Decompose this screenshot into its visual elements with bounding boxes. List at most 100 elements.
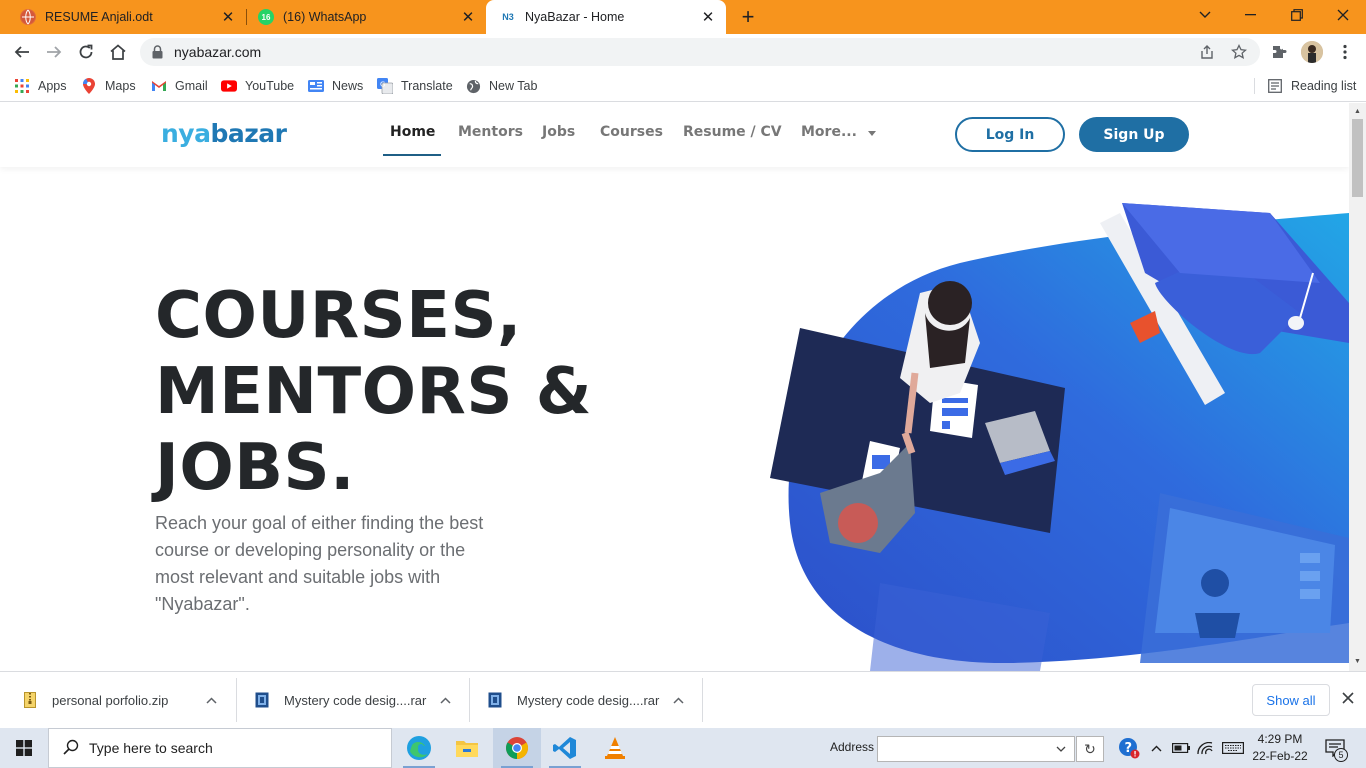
scroll-thumb[interactable] — [1352, 119, 1363, 197]
hero-title-line-2: MENTORS & — [155, 355, 592, 429]
tray-expand-icon[interactable] — [1146, 728, 1166, 768]
download-item-rar-1[interactable]: Mystery code desig....rar — [254, 678, 464, 722]
clock-time: 4:29 PM — [1257, 732, 1303, 746]
download-separator — [702, 678, 703, 722]
nav-more[interactable]: More... — [801, 124, 876, 140]
home-icon[interactable] — [106, 40, 130, 64]
share-icon[interactable] — [1198, 43, 1216, 61]
gmail-icon — [151, 78, 167, 94]
search-icon — [63, 739, 79, 758]
close-tab-icon[interactable]: ✕ — [698, 8, 718, 26]
bookmark-label: News — [332, 79, 364, 93]
hero-title-line-1: COURSES, — [155, 279, 522, 353]
page-scrollbar[interactable]: ▲ ▼ — [1349, 103, 1366, 671]
download-filename: Mystery code desig....rar — [284, 692, 427, 708]
hero-subtitle: Reach your goal of either finding the be… — [155, 513, 484, 614]
close-window-icon[interactable] — [1320, 0, 1366, 30]
bookmark-star-icon[interactable] — [1230, 43, 1248, 61]
bookmark-new-tab[interactable]: New Tab — [465, 76, 537, 96]
minimize-icon[interactable] — [1228, 0, 1274, 30]
tab-nyabazar[interactable]: N3 NyaBazar - Home ✕ — [486, 0, 726, 34]
notification-count: 5 — [1334, 748, 1348, 762]
globe-icon — [20, 9, 36, 25]
vlc-icon[interactable] — [591, 728, 639, 768]
download-separator — [236, 678, 237, 722]
login-button[interactable]: Log In — [955, 117, 1065, 152]
refresh-go-icon[interactable]: ↻ — [1076, 736, 1104, 762]
chevron-up-icon[interactable] — [206, 693, 217, 707]
bookmark-apps[interactable]: Apps — [14, 76, 67, 96]
tab-title: NyaBazar - Home — [525, 10, 625, 24]
download-item-zip[interactable]: personal porfolio.zip — [22, 678, 232, 722]
signup-button[interactable]: Sign Up — [1079, 117, 1189, 152]
hero-illustration — [770, 203, 1349, 671]
youtube-icon — [221, 78, 237, 94]
bookmark-youtube[interactable]: YouTube — [221, 76, 294, 96]
download-shelf: personal porfolio.zip Mystery code desig… — [0, 671, 1366, 728]
taskbar-search-box[interactable]: Type here to search — [48, 728, 392, 768]
scroll-up-icon[interactable]: ▲ — [1353, 107, 1362, 116]
vscode-icon[interactable] — [541, 728, 589, 768]
notifications-icon[interactable]: 5 — [1320, 728, 1350, 768]
battery-icon[interactable] — [1170, 728, 1192, 768]
nav-jobs[interactable]: Jobs — [542, 124, 575, 140]
download-item-rar-2[interactable]: Mystery code desig....rar — [487, 678, 697, 722]
browser-toolbar: nyabazar.com — [0, 34, 1366, 70]
nav-more-label: More... — [801, 124, 857, 140]
wifi-icon[interactable] — [1194, 728, 1216, 768]
page-viewport: nyabazar Home Mentors Jobs Courses Resum… — [0, 103, 1349, 671]
dropdown-arrow-icon[interactable] — [1056, 746, 1066, 753]
nav-home[interactable]: Home — [390, 124, 435, 140]
profile-avatar[interactable] — [1301, 41, 1323, 63]
bookmark-label: YouTube — [245, 79, 295, 93]
nyabazar-favicon: N3 — [500, 9, 516, 25]
download-filename: personal porfolio.zip — [52, 692, 169, 708]
tab-resume[interactable]: RESUME Anjali.odt ✕ — [0, 0, 246, 34]
restore-icon[interactable] — [1274, 0, 1320, 30]
help-alert-icon[interactable]: ? — [1116, 728, 1142, 768]
reload-icon[interactable] — [74, 40, 98, 64]
system-clock[interactable]: 4:29 PM 22-Feb-22 — [1252, 731, 1308, 765]
apps-grid-icon — [14, 78, 30, 94]
keyboard-icon[interactable] — [1220, 728, 1246, 768]
zip-file-icon — [22, 691, 38, 709]
tab-strip: RESUME Anjali.odt ✕ 16 (16) WhatsApp ✕ N… — [0, 0, 1366, 34]
bookmark-label: Translate — [401, 79, 453, 93]
bookmarks-bar: Apps Maps Gmail YouTube News G Translate — [0, 70, 1366, 102]
bookmark-maps[interactable]: Maps — [81, 76, 136, 96]
tab-search-icon[interactable] — [1182, 0, 1228, 30]
show-all-button[interactable]: Show all — [1252, 684, 1330, 716]
bookmark-news[interactable]: News — [308, 76, 363, 96]
back-icon[interactable] — [10, 40, 34, 64]
bookmark-gmail[interactable]: Gmail — [151, 76, 208, 96]
scroll-down-icon[interactable]: ▼ — [1353, 657, 1362, 666]
address-toolbar-input[interactable] — [877, 736, 1075, 762]
tab-whatsapp[interactable]: 16 (16) WhatsApp ✕ — [238, 0, 486, 34]
chrome-icon[interactable] — [493, 728, 541, 768]
edge-icon[interactable] — [395, 728, 443, 768]
hero-title: COURSES, MENTORS & JOBS. — [155, 278, 592, 506]
address-bar[interactable]: nyabazar.com — [140, 38, 1260, 66]
chevron-up-icon[interactable] — [673, 693, 684, 707]
nav-resume-cv[interactable]: Resume / CV — [683, 124, 782, 140]
bookmark-translate[interactable]: G Translate — [377, 76, 453, 96]
logo-part-2: bazar — [210, 119, 287, 148]
chevron-up-icon[interactable] — [440, 693, 451, 707]
reading-list-button[interactable]: Reading list — [1267, 76, 1356, 96]
close-tab-icon[interactable]: ✕ — [218, 8, 238, 26]
close-tab-icon[interactable]: ✕ — [458, 8, 478, 26]
windows-start-icon[interactable] — [0, 728, 48, 768]
extensions-icon[interactable] — [1268, 41, 1290, 63]
nav-courses[interactable]: Courses — [600, 124, 663, 140]
menu-kebab-icon[interactable] — [1334, 41, 1356, 63]
bookmark-label: Apps — [38, 79, 67, 93]
new-tab-button[interactable]: + — [738, 4, 758, 30]
hero-title-line-3: JOBS. — [155, 431, 355, 505]
file-explorer-icon[interactable] — [443, 728, 491, 768]
nav-mentors[interactable]: Mentors — [458, 124, 523, 140]
caret-down-icon — [867, 124, 876, 140]
site-logo[interactable]: nyabazar — [161, 119, 287, 148]
forward-icon[interactable] — [42, 40, 66, 64]
rar-file-icon — [254, 691, 270, 709]
close-shelf-icon[interactable] — [1338, 690, 1358, 710]
